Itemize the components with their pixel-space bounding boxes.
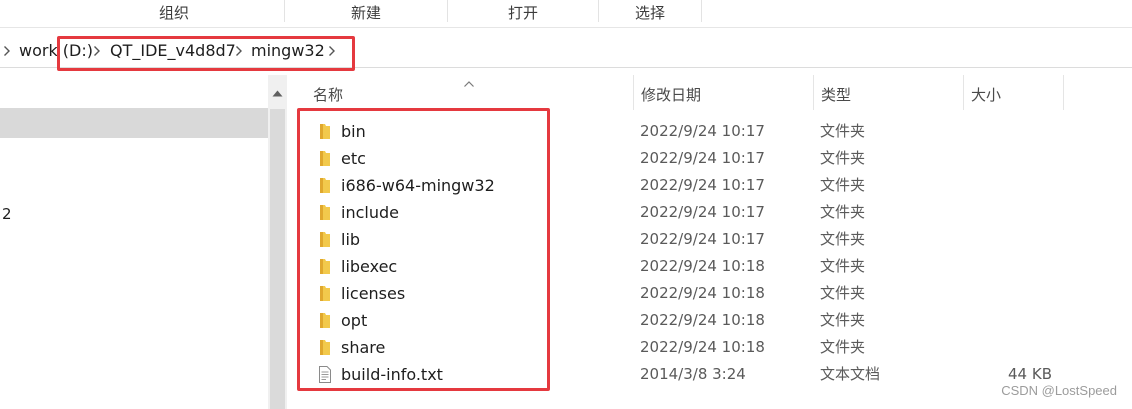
navigation-pane: 2	[0, 75, 268, 409]
folder-icon	[317, 177, 333, 194]
breadcrumb-drive[interactable]: work (D:)	[19, 34, 93, 68]
watermark: CSDN @LostSpeed	[1001, 383, 1117, 398]
file-name: i686-w64-mingw32	[341, 176, 495, 195]
file-date: 2022/9/24 10:18	[640, 311, 765, 329]
chevron-right-icon[interactable]	[3, 44, 13, 58]
file-date: 2014/3/8 3:24	[640, 365, 746, 383]
ribbon-group-open[interactable]: 打开	[448, 0, 598, 28]
ribbon-group-new[interactable]: 新建	[285, 0, 447, 28]
file-date: 2022/9/24 10:18	[640, 284, 765, 302]
file-name: libexec	[341, 257, 398, 276]
file-date: 2022/9/24 10:17	[640, 149, 765, 167]
folder-icon	[317, 339, 333, 356]
file-type: 文件夹	[820, 176, 866, 194]
breadcrumb-mingw32[interactable]: mingw32	[251, 34, 325, 68]
file-type: 文件夹	[820, 230, 866, 248]
file-type: 文本文档	[820, 365, 881, 383]
file-name: share	[341, 338, 386, 357]
file-date: 2022/9/24 10:17	[640, 203, 765, 221]
file-row-etc[interactable]: etc 2022/9/24 10:17 文件夹	[300, 145, 1132, 172]
file-type: 文件夹	[820, 257, 866, 275]
file-row-licenses[interactable]: licenses 2022/9/24 10:18 文件夹	[300, 280, 1132, 307]
file-date: 2022/9/24 10:17	[640, 230, 765, 248]
file-type: 文件夹	[820, 338, 866, 356]
file-name: etc	[341, 149, 366, 168]
column-header-type[interactable]: 类型	[813, 75, 963, 110]
folder-icon	[317, 123, 333, 140]
file-type: 文件夹	[820, 122, 866, 140]
column-divider[interactable]	[1063, 75, 1064, 110]
ribbon-group-select[interactable]: 选择	[599, 0, 701, 28]
file-date: 2022/9/24 10:18	[640, 257, 765, 275]
folder-icon	[317, 258, 333, 275]
folder-icon	[317, 150, 333, 167]
file-row-lib[interactable]: lib 2022/9/24 10:17 文件夹	[300, 226, 1132, 253]
file-type: 文件夹	[820, 284, 866, 302]
column-header-size[interactable]: 大小	[963, 75, 1063, 110]
column-header-date[interactable]: 修改日期	[633, 75, 813, 110]
file-row-share[interactable]: share 2022/9/24 10:18 文件夹	[300, 334, 1132, 361]
file-row-i686-w64-mingw32[interactable]: i686-w64-mingw32 2022/9/24 10:17 文件夹	[300, 172, 1132, 199]
scroll-up-icon[interactable]	[272, 83, 283, 101]
file-name: licenses	[341, 284, 406, 303]
column-header-name[interactable]: 名称	[305, 75, 633, 110]
nav-scrollbar[interactable]	[268, 75, 287, 409]
chevron-right-icon[interactable]	[328, 44, 338, 58]
scrollbar-thumb[interactable]	[270, 109, 285, 409]
chevron-right-icon[interactable]	[235, 44, 245, 58]
file-name: bin	[341, 122, 366, 141]
file-type: 文件夹	[820, 311, 866, 329]
file-name: build-info.txt	[341, 365, 443, 384]
ribbon-separator	[701, 0, 702, 22]
nav-selected-item[interactable]	[0, 108, 268, 138]
ribbon-group-organize[interactable]: 组织	[64, 0, 284, 28]
file-row-opt[interactable]: opt 2022/9/24 10:18 文件夹	[300, 307, 1132, 334]
file-row-include[interactable]: include 2022/9/24 10:17 文件夹	[300, 199, 1132, 226]
ribbon-bar: 组织 新建 打开 选择	[0, 0, 1132, 28]
file-row-libexec[interactable]: libexec 2022/9/24 10:18 文件夹	[300, 253, 1132, 280]
folder-icon	[317, 312, 333, 329]
chevron-right-icon[interactable]	[93, 44, 103, 58]
file-date: 2022/9/24 10:17	[640, 122, 765, 140]
file-type: 文件夹	[820, 203, 866, 221]
folder-icon	[317, 204, 333, 221]
folder-icon	[317, 285, 333, 302]
file-name: include	[341, 203, 399, 222]
file-type: 文件夹	[820, 149, 866, 167]
file-name: opt	[341, 311, 368, 330]
text-file-icon	[317, 366, 333, 383]
file-row-bin[interactable]: bin 2022/9/24 10:17 文件夹	[300, 118, 1132, 145]
breadcrumb-qt-ide[interactable]: QT_IDE_v4d8d7	[110, 34, 236, 68]
file-name: lib	[341, 230, 361, 249]
folder-icon	[317, 231, 333, 248]
file-date: 2022/9/24 10:18	[640, 338, 765, 356]
file-date: 2022/9/24 10:17	[640, 176, 765, 194]
address-bar[interactable]: work (D:) QT_IDE_v4d8d7 mingw32	[0, 34, 1132, 68]
nav-item-truncated[interactable]: 2	[2, 205, 12, 223]
